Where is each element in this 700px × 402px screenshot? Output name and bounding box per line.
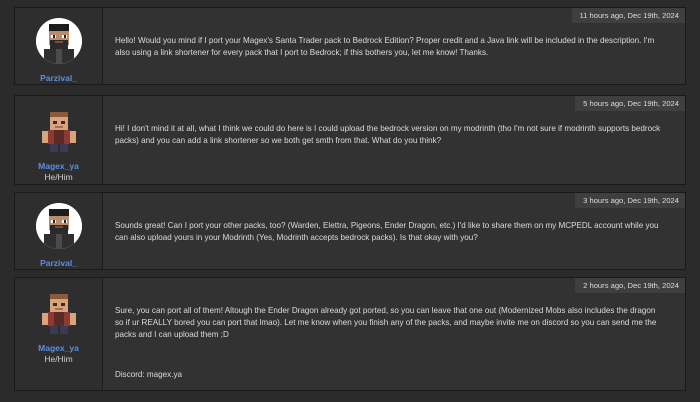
username[interactable]: Magex_ya [38, 161, 79, 171]
parzival-avatar-icon [35, 203, 82, 249]
avatar[interactable] [35, 18, 82, 64]
post-text: Hi! I don't mind it at all, what I think… [115, 124, 661, 145]
username[interactable]: Parzival_ [40, 73, 77, 83]
post-content: 3 hours ago, Dec 19th, 2024 Sounds great… [103, 193, 685, 269]
post: Magex_ya He/Him 2 hours ago, Dec 19th, 2… [14, 277, 686, 391]
avatar[interactable] [36, 288, 82, 334]
timestamp: 2 hours ago, Dec 19th, 2024 [575, 278, 685, 293]
comment-thread: Parzival_ 11 hours ago, Dec 19th, 2024 H… [0, 0, 700, 402]
signature: Discord: magex.ya [115, 370, 183, 379]
pronouns: He/Him [44, 354, 73, 364]
post-content: 2 hours ago, Dec 19th, 2024 Sure, you ca… [103, 278, 685, 390]
username[interactable]: Parzival_ [40, 258, 77, 268]
timestamp: 5 hours ago, Dec 19th, 2024 [575, 96, 685, 111]
timestamp: 3 hours ago, Dec 19th, 2024 [575, 193, 685, 208]
pronouns: He/Him [44, 172, 73, 182]
post-text: Sure, you can port all of them! Altough … [115, 306, 657, 339]
parzival-avatar-icon [35, 18, 82, 64]
post: Parzival_ 11 hours ago, Dec 19th, 2024 H… [14, 7, 686, 85]
post-author: Magex_ya He/Him [15, 278, 103, 390]
post-author: Parzival_ [15, 193, 103, 269]
post-content: 11 hours ago, Dec 19th, 2024 Hello! Woul… [103, 8, 685, 84]
post: Magex_ya He/Him 5 hours ago, Dec 19th, 2… [14, 95, 686, 185]
post-text: Sounds great! Can I port your other pack… [115, 221, 659, 242]
avatar[interactable] [35, 203, 82, 249]
post-content: 5 hours ago, Dec 19th, 2024 Hi! I don't … [103, 96, 685, 184]
post-author: Parzival_ [15, 8, 103, 84]
magex-avatar-icon [41, 294, 76, 334]
avatar[interactable] [36, 106, 82, 152]
post-author: Magex_ya He/Him [15, 96, 103, 184]
post-text: Hello! Would you mind if I port your Mag… [115, 36, 655, 57]
post: Parzival_ 3 hours ago, Dec 19th, 2024 So… [14, 192, 686, 270]
timestamp: 11 hours ago, Dec 19th, 2024 [571, 8, 685, 23]
magex-avatar-icon [41, 112, 76, 152]
username[interactable]: Magex_ya [38, 343, 79, 353]
